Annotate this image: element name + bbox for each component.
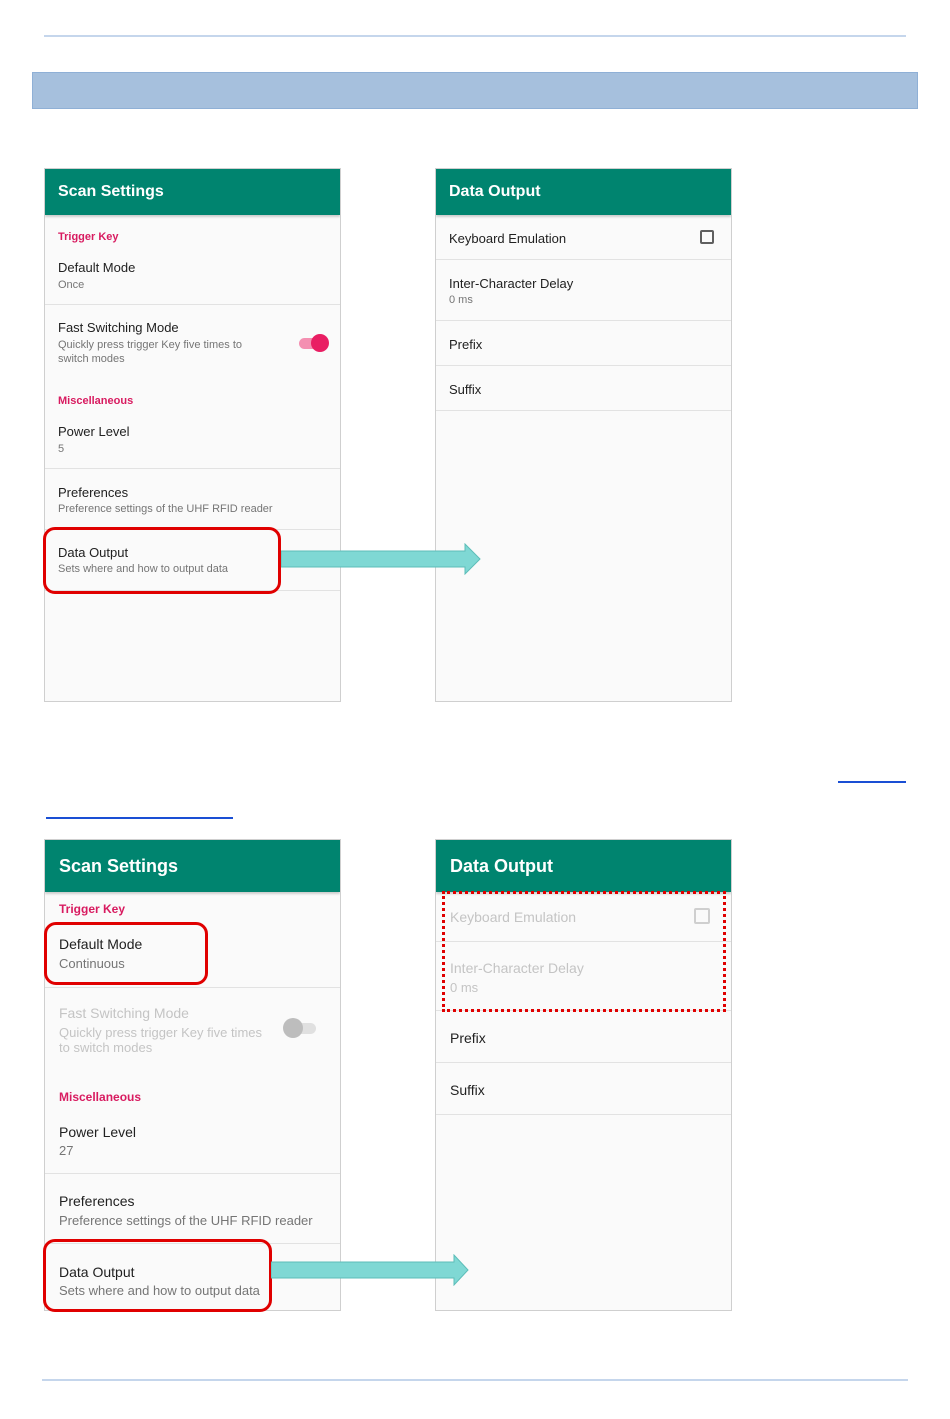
arrow-right-icon	[271, 1254, 469, 1286]
scan-settings-screen-top: Scan Settings Trigger Key Default Mode O…	[44, 168, 341, 702]
prefix-item[interactable]: Prefix	[436, 1012, 731, 1063]
arrow-right-icon	[281, 543, 481, 575]
power-level-value: 27	[59, 1143, 74, 1158]
preferences-item[interactable]: Preferences Preference settings of the U…	[45, 470, 340, 530]
app-bar: Data Output	[436, 840, 731, 892]
app-bar-title: Scan Settings	[59, 855, 179, 876]
preferences-title: Preferences	[59, 1193, 135, 1209]
app-bar-title: Scan Settings	[58, 183, 164, 200]
keyboard-emulation-item[interactable]: Keyboard Emulation	[436, 215, 731, 260]
section-banner	[32, 72, 918, 109]
category-trigger-key: Trigger Key	[59, 902, 126, 916]
power-level-title: Power Level	[58, 424, 130, 439]
link-underline	[46, 817, 233, 819]
inter-character-delay-value: 0 ms	[449, 294, 473, 306]
inter-character-delay-title: Inter-Character Delay	[449, 276, 574, 291]
suffix-title: Suffix	[449, 382, 482, 397]
prefix-title: Prefix	[450, 1030, 486, 1046]
highlight-disabled-options	[442, 891, 726, 1012]
app-bar: Scan Settings	[45, 169, 340, 215]
preferences-desc: Preference settings of the UHF RFID read…	[58, 503, 273, 515]
header-rule	[44, 35, 906, 37]
fast-switching-desc: Quickly press trigger Key five times to …	[58, 339, 243, 365]
preferences-desc: Preference settings of the UHF RFID read…	[59, 1213, 313, 1228]
suffix-title: Suffix	[450, 1082, 485, 1098]
link-underline	[838, 781, 906, 783]
preferences-title: Preferences	[58, 485, 129, 500]
prefix-item[interactable]: Prefix	[436, 321, 731, 366]
fast-switching-item[interactable]: Fast Switching Mode Quickly press trigge…	[45, 989, 340, 1079]
category-miscellaneous: Miscellaneous	[59, 1090, 142, 1104]
fast-switching-toggle[interactable]	[283, 1017, 319, 1039]
suffix-item[interactable]: Suffix	[436, 366, 731, 411]
default-mode-value: Once	[58, 279, 85, 291]
category-trigger-key: Trigger Key	[58, 231, 119, 243]
highlight-default-mode	[44, 922, 208, 985]
app-bar: Data Output	[436, 169, 731, 215]
fast-switching-desc: Quickly press trigger Key five times to …	[59, 1025, 263, 1055]
fast-switching-item[interactable]: Fast Switching Mode Quickly press trigge…	[45, 306, 340, 386]
category-miscellaneous: Miscellaneous	[58, 395, 134, 407]
app-bar-title: Data Output	[449, 183, 541, 200]
default-mode-item[interactable]: Default Mode Once	[45, 247, 340, 305]
keyboard-emulation-title: Keyboard Emulation	[449, 231, 567, 246]
footer-rule	[42, 1379, 908, 1381]
power-level-value: 5	[58, 443, 65, 455]
app-bar: Scan Settings	[45, 840, 340, 892]
fast-switching-toggle[interactable]	[297, 333, 331, 353]
suffix-item[interactable]: Suffix	[436, 1064, 731, 1115]
default-mode-title: Default Mode	[58, 260, 136, 275]
inter-character-delay-item[interactable]: Inter-Character Delay 0 ms	[436, 261, 731, 321]
highlight-data-output-top	[43, 527, 281, 594]
power-level-item[interactable]: Power Level 27	[45, 1108, 340, 1174]
fast-switching-title: Fast Switching Mode	[58, 320, 179, 335]
power-level-item[interactable]: Power Level 5	[45, 411, 340, 469]
preferences-item[interactable]: Preferences Preference settings of the U…	[45, 1175, 340, 1244]
fast-switching-title: Fast Switching Mode	[59, 1005, 189, 1021]
keyboard-emulation-checkbox[interactable]	[700, 230, 714, 244]
power-level-title: Power Level	[59, 1124, 137, 1140]
prefix-title: Prefix	[449, 337, 483, 352]
data-output-screen-top: Data Output Keyboard Emulation Inter-Cha…	[435, 168, 732, 702]
app-bar-title: Data Output	[450, 855, 553, 876]
highlight-data-output-bottom	[43, 1239, 272, 1312]
